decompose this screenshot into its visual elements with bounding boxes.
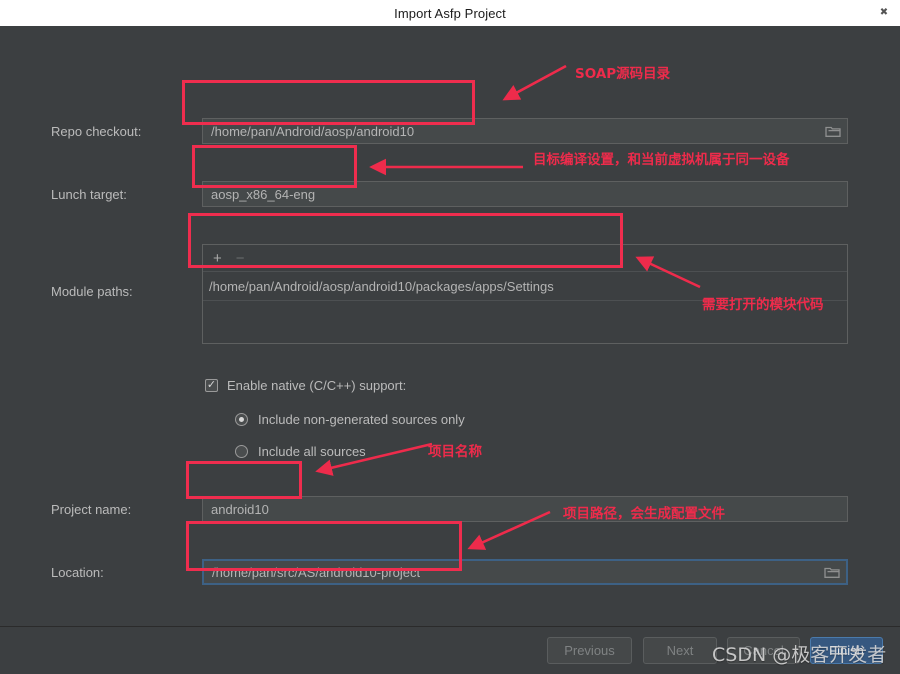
module-path-value: /home/pan/Android/aosp/android10/package… xyxy=(209,278,554,294)
lunch-target-input[interactable]: aosp_x86_64-eng xyxy=(202,181,848,207)
add-module-path-button[interactable]: + xyxy=(213,251,222,266)
project-name-label: Project name: xyxy=(51,502,132,517)
lunch-target-label: Lunch target: xyxy=(51,187,127,202)
enable-native-support-checkbox[interactable]: ✓ Enable native (C/C++) support: xyxy=(205,378,406,393)
folder-icon[interactable] xyxy=(825,124,841,138)
annotation-text-project-name: 项目名称 xyxy=(428,444,482,460)
dialog-body: Repo checkout: /home/pan/Android/aosp/an… xyxy=(0,26,900,626)
radio-include-all-sources[interactable]: Include all sources xyxy=(235,444,366,459)
annotation-text-repo-checkout: SOAP源码目录 xyxy=(575,66,671,82)
module-paths-label: Module paths: xyxy=(51,284,133,299)
project-name-value: android10 xyxy=(211,501,269,517)
import-asfp-project-dialog: Import Asfp Project ✖ Repo checkout: /ho… xyxy=(0,0,900,674)
previous-button[interactable]: Previous xyxy=(547,637,632,664)
radio-selected-icon xyxy=(235,413,248,426)
location-input[interactable]: /home/pan/src/AS/android10-project xyxy=(202,559,848,585)
repo-checkout-value: /home/pan/Android/aosp/android10 xyxy=(211,123,415,139)
radio-include-non-generated[interactable]: Include non-generated sources only xyxy=(235,412,465,427)
enable-native-support-label: Enable native (C/C++) support: xyxy=(227,378,407,393)
project-name-input[interactable]: android10 xyxy=(202,496,848,522)
close-icon[interactable]: ✖ xyxy=(876,5,892,21)
window-title: Import Asfp Project xyxy=(394,5,506,21)
repo-checkout-label: Repo checkout: xyxy=(51,124,142,139)
radio-include-all-sources-label: Include all sources xyxy=(258,444,366,459)
location-label: Location: xyxy=(51,565,104,580)
csdn-watermark: CSDN @极客开发者 xyxy=(712,644,887,666)
repo-checkout-input[interactable]: /home/pan/Android/aosp/android10 xyxy=(202,118,848,144)
folder-icon[interactable] xyxy=(824,565,840,579)
radio-unselected-icon xyxy=(235,445,248,458)
annotation-text-module-paths: 需要打开的模块代码 xyxy=(702,297,824,313)
remove-module-path-button[interactable]: − xyxy=(236,251,245,266)
module-paths-toolbar: + − xyxy=(203,245,847,272)
lunch-target-value: aosp_x86_64-eng xyxy=(211,186,316,202)
location-value: /home/pan/src/AS/android10-project xyxy=(212,564,421,580)
checkbox-icon: ✓ xyxy=(205,379,218,392)
title-bar: Import Asfp Project ✖ xyxy=(0,0,900,26)
radio-include-non-generated-label: Include non-generated sources only xyxy=(258,412,465,427)
next-button[interactable]: Next xyxy=(643,637,717,664)
annotation-text-location: 项目路径，会生成配置文件 xyxy=(563,506,725,522)
annotation-text-lunch-target: 目标编译设置，和当前虚拟机属于同一设备 xyxy=(533,152,790,168)
